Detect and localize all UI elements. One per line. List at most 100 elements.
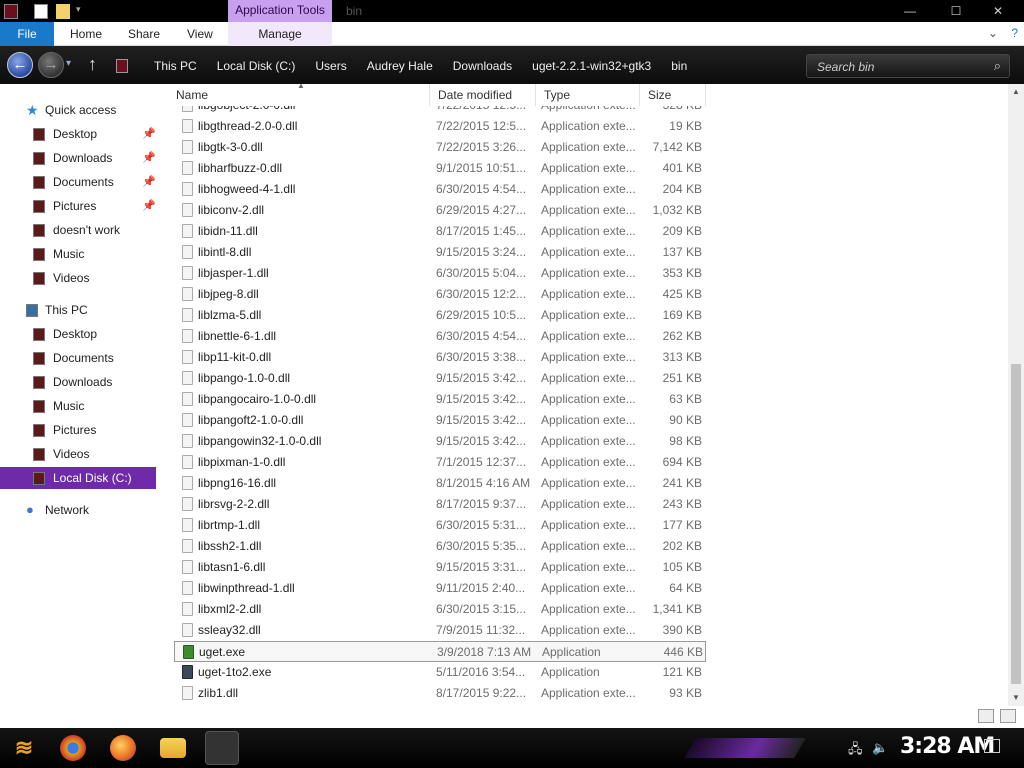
nav-quick-pictures[interactable]: Pictures 📌 xyxy=(0,195,160,217)
file-row[interactable]: libxml2-2.dll 6/30/2015 3:15... Applicatio… xyxy=(174,599,706,620)
clock[interactable]: 3:28 AM xyxy=(900,734,995,759)
file-row[interactable]: libpng16-16.dll 8/1/2015 4:16 AM Applicati… xyxy=(174,473,706,494)
close-button[interactable]: ✕ xyxy=(980,0,1016,22)
file-tab[interactable]: File xyxy=(0,22,54,46)
file-type: Application exte... xyxy=(541,581,636,595)
file-row[interactable]: libp11-kit-0.dll 6/30/2015 3:38... Applica… xyxy=(174,347,706,368)
nav-pc-desktop[interactable]: Desktop xyxy=(0,323,160,345)
file-row[interactable]: zlib1.dll 8/17/2015 9:22... Application ex… xyxy=(174,683,706,704)
file-size: 209 KB xyxy=(662,224,702,238)
file-row[interactable]: libharfbuzz-0.dll 9/1/2015 10:51... Applic… xyxy=(174,158,706,179)
nav-quick-downloads[interactable]: Downloads 📌 xyxy=(0,147,160,169)
minimize-button[interactable]: — xyxy=(892,0,928,22)
breadcrumb-bin[interactable]: bin xyxy=(661,59,697,73)
recent-locations-icon[interactable]: ▾ xyxy=(66,58,71,69)
column-name[interactable]: Name xyxy=(168,84,430,106)
file-row[interactable]: libintl-8.dll 9/15/2015 3:24... Applicatio… xyxy=(174,242,706,263)
breadcrumb-local-disk[interactable]: Local Disk (C:) xyxy=(207,59,306,73)
file-explorer-icon[interactable] xyxy=(160,738,186,758)
file-row[interactable]: uget.exe 3/9/2018 7:13 AM Application 446 K… xyxy=(174,641,706,662)
file-row[interactable]: libpangowin32-1.0-0.dll 9/15/2015 3:42...… xyxy=(174,431,706,452)
file-row[interactable]: libgtk-3-0.dll 7/22/2015 3:26... Applicati… xyxy=(174,137,706,158)
file-row[interactable]: libjasper-1.dll 6/30/2015 5:04... Applicat… xyxy=(174,263,706,284)
file-size: 121 KB xyxy=(662,665,702,679)
file-row[interactable]: libpangocairo-1.0-0.dll 9/15/2015 3:42...… xyxy=(174,389,706,410)
tab-manage[interactable]: Manage xyxy=(228,22,332,46)
search-input[interactable] xyxy=(815,59,985,75)
file-name: libpangowin32-1.0-0.dll xyxy=(198,434,322,448)
file-row[interactable]: libiconv-2.dll 6/29/2015 4:27... Applicati… xyxy=(174,200,706,221)
breadcrumb-downloads[interactable]: Downloads xyxy=(443,59,522,73)
volume-tray-icon[interactable]: 🔈 xyxy=(872,740,888,756)
file-row[interactable]: libnettle-6-1.dll 6/30/2015 4:54... Applic… xyxy=(174,326,706,347)
nav-network[interactable]: ● Network xyxy=(0,499,160,521)
file-row[interactable]: libpango-1.0-0.dll 9/15/2015 3:42... Appli… xyxy=(174,368,706,389)
new-folder-icon[interactable] xyxy=(56,4,70,19)
window-app-icon[interactable] xyxy=(4,4,18,19)
tab-share[interactable]: Share xyxy=(128,22,160,46)
details-view-icon[interactable] xyxy=(978,709,994,723)
nav-quick-documents[interactable]: Documents 📌 xyxy=(0,171,160,193)
scrollbar-thumb[interactable] xyxy=(1011,364,1021,684)
network-tray-icon[interactable]: 🖧 xyxy=(848,740,863,762)
nav-quick-access[interactable]: ★ Quick access xyxy=(0,99,160,121)
nav-pc-documents[interactable]: Documents xyxy=(0,347,160,369)
up-arrow-icon[interactable]: ↑ xyxy=(88,54,97,75)
file-row[interactable]: libwinpthread-1.dll 9/11/2015 2:40... Appl… xyxy=(174,578,706,599)
nav-quick-doesnt-work[interactable]: doesn't work xyxy=(0,219,160,241)
file-row[interactable]: uget-1to2.exe 5/11/2016 3:54... Applicatio… xyxy=(174,662,706,683)
file-date-modified: 6/30/2015 12:2... xyxy=(436,287,527,301)
file-row[interactable]: libgthread-2.0-0.dll 7/22/2015 12:5... App… xyxy=(174,116,706,137)
properties-icon[interactable] xyxy=(34,4,48,19)
back-button[interactable]: ← xyxy=(7,52,33,78)
file-row[interactable]: libssh2-1.dll 6/30/2015 5:35... Applicatio… xyxy=(174,536,706,557)
uget-taskbar-icon[interactable] xyxy=(205,731,239,765)
column-date-modified[interactable]: Date modified xyxy=(430,84,536,106)
file-row[interactable]: liblzma-5.dll 6/29/2015 10:5... Applicatio… xyxy=(174,305,706,326)
large-icons-view-icon[interactable] xyxy=(1000,709,1016,723)
notifications-icon[interactable] xyxy=(984,739,1000,753)
firefox-icon[interactable] xyxy=(110,735,136,761)
start-button[interactable]: ≋ xyxy=(10,734,38,762)
file-row[interactable]: libtasn1-6.dll 9/15/2015 3:31... Applicati… xyxy=(174,557,706,578)
file-row[interactable]: libhogweed-4-1.dll 6/30/2015 4:54... Appli… xyxy=(174,179,706,200)
column-size[interactable]: Size xyxy=(640,84,706,106)
tab-view[interactable]: View xyxy=(187,22,213,46)
breadcrumb-this-pc[interactable]: This PC xyxy=(144,59,207,73)
help-icon[interactable]: ? xyxy=(1011,26,1018,40)
file-row[interactable]: libjpeg-8.dll 6/30/2015 12:2... Applicatio… xyxy=(174,284,706,305)
nav-this-pc[interactable]: This PC xyxy=(0,299,160,321)
breadcrumb-users[interactable]: Users xyxy=(305,59,356,73)
nav-pc-local-disk[interactable]: Local Disk (C:) xyxy=(0,467,156,489)
file-size: 90 KB xyxy=(669,413,702,427)
nav-pc-pictures[interactable]: Pictures xyxy=(0,419,160,441)
nav-pc-downloads[interactable]: Downloads xyxy=(0,371,160,393)
column-type[interactable]: Type xyxy=(536,84,640,106)
file-row[interactable]: libpixman-1-0.dll 7/1/2015 12:37... Applic… xyxy=(174,452,706,473)
vertical-scrollbar[interactable]: ▲ ▼ xyxy=(1008,84,1024,706)
nav-quick-videos[interactable]: Videos xyxy=(0,267,160,289)
file-row[interactable]: libidn-11.dll 8/17/2015 1:45... Applicatio… xyxy=(174,221,706,242)
nav-pc-music[interactable]: Music xyxy=(0,395,160,417)
scroll-down-arrow-icon[interactable]: ▼ xyxy=(1008,690,1024,706)
file-icon xyxy=(182,245,193,259)
maximize-button[interactable]: ☐ xyxy=(938,0,974,22)
breadcrumb-audrey-hale[interactable]: Audrey Hale xyxy=(357,59,443,73)
file-row[interactable]: ssleay32.dll 7/9/2015 11:32... Application… xyxy=(174,620,706,641)
search-icon[interactable]: ⌕ xyxy=(994,58,1001,74)
nav-quick-desktop[interactable]: Desktop 📌 xyxy=(0,123,160,145)
file-type: Application exte... xyxy=(541,140,636,154)
file-row[interactable]: librtmp-1.dll 6/30/2015 5:31... Applicatio… xyxy=(174,515,706,536)
breadcrumb-uget-folder[interactable]: uget-2.2.1-win32+gtk3 xyxy=(522,59,661,73)
file-row[interactable]: librsvg-2-2.dll 8/17/2015 9:37... Applicat… xyxy=(174,494,706,515)
tab-home[interactable]: Home xyxy=(70,22,102,46)
nav-pc-videos[interactable]: Videos xyxy=(0,443,160,465)
chrome-icon[interactable] xyxy=(60,735,86,761)
customize-qat-icon[interactable]: ▾ xyxy=(76,4,81,15)
expand-ribbon-icon[interactable]: ⌄ xyxy=(988,26,998,40)
forward-button[interactable]: → xyxy=(38,52,64,78)
pin-icon: 📌 xyxy=(142,200,156,212)
scroll-up-arrow-icon[interactable]: ▲ xyxy=(1008,84,1024,100)
nav-quick-music[interactable]: Music xyxy=(0,243,160,265)
file-row[interactable]: libpangoft2-1.0-0.dll 9/15/2015 3:42... Ap… xyxy=(174,410,706,431)
